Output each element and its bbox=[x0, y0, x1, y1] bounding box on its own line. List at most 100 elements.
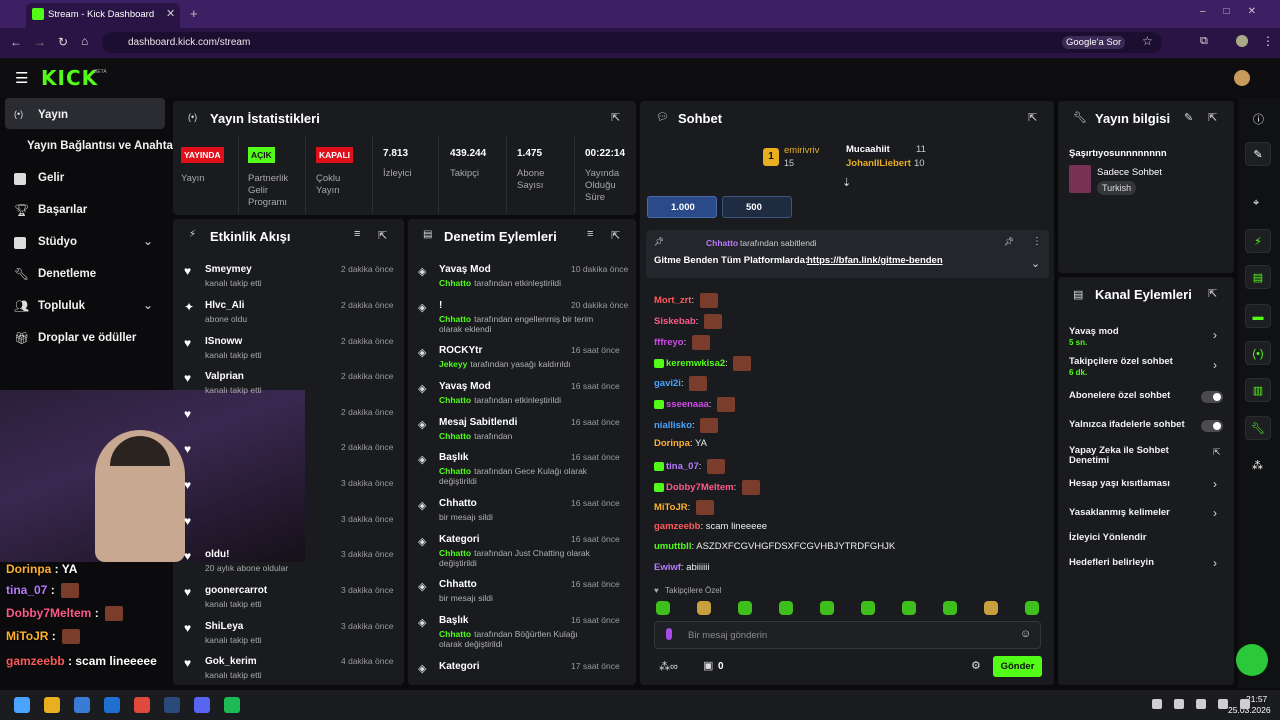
more-icon[interactable]: ⋮ bbox=[1032, 236, 1042, 247]
wrench-icon[interactable]: 🔧︎ bbox=[1245, 416, 1271, 440]
toggle-switch[interactable] bbox=[1201, 420, 1223, 432]
channel-actions-icon[interactable]: ▥ bbox=[1245, 378, 1271, 402]
sidebar-item-drops[interactable]: Droplar ve ödüller bbox=[38, 332, 136, 344]
home-icon[interactable]: ⌂ bbox=[81, 34, 88, 48]
chat-username[interactable]: umuttbll bbox=[654, 541, 691, 552]
forward-icon[interactable]: → bbox=[34, 35, 46, 49]
menu-icon[interactable]: ⋮ bbox=[1262, 34, 1274, 48]
chevron-down-icon[interactable]: ⌄ bbox=[1031, 257, 1040, 270]
sidebar-item-stream-key[interactable]: Yayın Bağlantısı ve Anahtarı bbox=[27, 140, 181, 152]
chat-username[interactable]: Siskebab bbox=[654, 316, 696, 327]
hamburger-menu-icon[interactable]: ☰ bbox=[15, 69, 28, 87]
chevron-up-icon[interactable] bbox=[1152, 699, 1162, 709]
sidebar-item-stream[interactable]: Yayın bbox=[38, 109, 68, 121]
channel-action-label[interactable]: Yasaklanmış kelimeler bbox=[1069, 508, 1199, 518]
channel-action-label[interactable]: Takipçilere özel sohbet bbox=[1069, 357, 1199, 367]
emote-icon[interactable] bbox=[738, 601, 752, 615]
store-icon[interactable] bbox=[74, 697, 90, 713]
file-explorer-icon[interactable] bbox=[44, 697, 60, 713]
send-button[interactable]: Gönder bbox=[993, 656, 1042, 677]
chat-username[interactable]: Ewiwf bbox=[654, 562, 681, 573]
window-controls[interactable]: –□✕ bbox=[1200, 6, 1274, 17]
chat-username[interactable]: MiToJR bbox=[654, 502, 688, 513]
chat-message[interactable]: gamzeebb: scam lineeeee bbox=[654, 521, 767, 532]
chevron-right-icon[interactable]: › bbox=[1213, 358, 1217, 372]
chat-username[interactable]: Mort_zrt bbox=[654, 295, 691, 306]
chevron-down-icon[interactable]: ⌄ bbox=[143, 298, 153, 312]
profile-avatar[interactable] bbox=[1236, 35, 1248, 47]
sidebar-item-studio[interactable]: Stüdyo bbox=[38, 236, 77, 248]
kick-logo[interactable]: KICK bbox=[41, 66, 98, 90]
unpin-icon[interactable]: 📌︎ bbox=[1004, 237, 1014, 246]
display-icon[interactable] bbox=[1196, 699, 1206, 709]
chat-message[interactable]: tina_07: bbox=[654, 459, 726, 474]
chat-username[interactable]: sseenaaa bbox=[666, 399, 709, 410]
expand-leaderboard-icon[interactable]: ⇣ bbox=[842, 176, 851, 189]
chat-message[interactable]: niallisko: bbox=[654, 418, 719, 433]
chat-username[interactable]: tina_07 bbox=[666, 461, 699, 472]
channel-action-label[interactable]: Abonelere özel sohbet bbox=[1069, 391, 1199, 401]
popout-icon[interactable]: ⇱ bbox=[1208, 287, 1217, 300]
channel-action-label[interactable]: Yapay Zeka ile Sohbet Denetimi bbox=[1069, 446, 1199, 466]
popout-icon[interactable]: ⇱ bbox=[1028, 111, 1037, 124]
emote-icon[interactable] bbox=[984, 601, 998, 615]
discord-icon[interactable] bbox=[194, 697, 210, 713]
chevron-down-icon[interactable]: ⌄ bbox=[143, 234, 153, 248]
chat-message[interactable]: fffreyo: bbox=[654, 335, 710, 350]
chat-message[interactable]: Ewiwf: abiiiiii bbox=[654, 562, 709, 573]
volume-icon[interactable] bbox=[1218, 699, 1228, 709]
bookmark-star-icon[interactable]: ☆ bbox=[1142, 34, 1153, 48]
edit-icon[interactable]: ✎ bbox=[1245, 142, 1271, 166]
settings-icon[interactable]: ⚙ bbox=[971, 659, 981, 672]
emote-icon[interactable] bbox=[1025, 601, 1039, 615]
emote-icon[interactable] bbox=[861, 601, 875, 615]
chat-bubble-icon[interactable]: ▬ bbox=[1245, 304, 1271, 328]
chat-message[interactable]: umuttbll: ASZDXFCGVHGFDSXFCGVHBJYTRDFGHJ… bbox=[654, 541, 895, 552]
emote-icon[interactable] bbox=[902, 601, 916, 615]
sidebar-item-achievements[interactable]: Başarılar bbox=[38, 204, 87, 216]
chat-message[interactable]: Mort_zrt: bbox=[654, 293, 718, 308]
battery-icon[interactable] bbox=[1240, 699, 1250, 709]
chat-username[interactable]: Dobby7Meltem bbox=[666, 482, 734, 493]
popout-icon[interactable]: ⇱ bbox=[611, 111, 620, 124]
chat-message[interactable]: Dorinpa: YA bbox=[654, 438, 707, 449]
chat-message[interactable]: sseenaaa: bbox=[654, 397, 736, 412]
filter-icon[interactable]: ≡ bbox=[354, 228, 360, 240]
info-icon[interactable]: ⓘ bbox=[1253, 111, 1264, 127]
start-icon[interactable] bbox=[14, 697, 30, 713]
gift-icon[interactable]: ▣ bbox=[703, 659, 713, 672]
pinned-link[interactable]: https://bfan.link/gitme-benden bbox=[807, 255, 943, 266]
toggle-switch[interactable] bbox=[1201, 391, 1223, 403]
document-icon[interactable]: ▤ bbox=[1245, 265, 1271, 289]
lightning-icon[interactable]: ⚡︎ bbox=[1245, 229, 1271, 253]
sidebar-item-revenue[interactable]: Gelir bbox=[38, 172, 64, 184]
popout-icon[interactable]: ⇱ bbox=[378, 229, 387, 242]
popout-icon[interactable]: ⇱ bbox=[1208, 111, 1217, 124]
steam-icon[interactable] bbox=[164, 697, 180, 713]
users-icon[interactable]: ⁂∞ bbox=[659, 660, 678, 673]
support-icon[interactable] bbox=[1236, 644, 1268, 676]
chat-username[interactable]: keremwkisa2 bbox=[666, 358, 725, 369]
chat-message[interactable]: gavi2i: bbox=[654, 376, 708, 391]
channel-action-label[interactable]: Yalnızca ifadelerle sohbet bbox=[1069, 420, 1199, 430]
reload-icon[interactable]: ↻ bbox=[58, 35, 68, 49]
chat-message[interactable]: Siskebab: bbox=[654, 314, 722, 329]
user-avatar[interactable] bbox=[1234, 70, 1250, 86]
emote-icon[interactable] bbox=[779, 601, 793, 615]
emote-icon[interactable] bbox=[943, 601, 957, 615]
broadcast-icon[interactable]: (•) bbox=[1245, 341, 1271, 365]
close-tab-icon[interactable]: ✕ bbox=[166, 7, 175, 20]
browser-tab[interactable]: Stream - Kick Dashboard ✕ bbox=[26, 3, 180, 28]
filter-icon[interactable]: ≡ bbox=[587, 228, 593, 240]
chevron-right-icon[interactable]: › bbox=[1213, 477, 1217, 491]
spotify-icon[interactable] bbox=[224, 697, 240, 713]
community-icon[interactable]: ⁂ bbox=[1252, 459, 1263, 472]
focus-icon[interactable]: ⌖ bbox=[1253, 197, 1259, 210]
chat-username[interactable]: Dorinpa bbox=[654, 438, 690, 449]
popout-icon[interactable]: ⇱ bbox=[611, 229, 620, 242]
chrome-icon[interactable] bbox=[134, 697, 150, 713]
emote-icon[interactable] bbox=[820, 601, 834, 615]
mic-icon[interactable] bbox=[1174, 699, 1184, 709]
chat-message[interactable]: keremwkisa2: bbox=[654, 356, 752, 371]
extensions-icon[interactable]: ⧉ bbox=[1200, 35, 1208, 48]
